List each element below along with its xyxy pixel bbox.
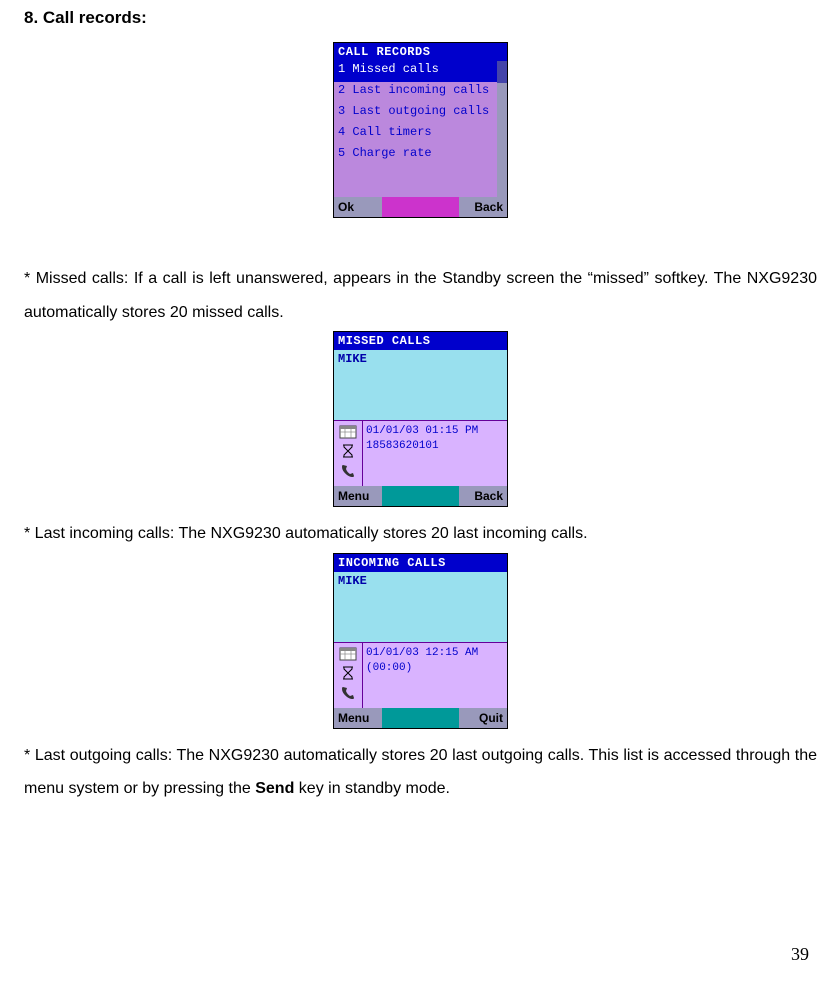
menu-item-last-outgoing[interactable]: 3 Last outgoing calls bbox=[334, 103, 507, 124]
phone-title: MISSED CALLS bbox=[334, 332, 507, 350]
scrollbar-thumb[interactable] bbox=[497, 61, 507, 83]
phone-screen-call-records: CALL RECORDS 1 Missed calls 2 Last incom… bbox=[333, 42, 508, 218]
menu-item-last-incoming[interactable]: 2 Last incoming calls bbox=[334, 82, 507, 103]
hourglass-icon bbox=[339, 665, 357, 681]
menu-list: 1 Missed calls 2 Last incoming calls 3 L… bbox=[334, 61, 507, 197]
softkey-ok[interactable]: Ok bbox=[334, 197, 382, 217]
menu-item-call-timers[interactable]: 4 Call timers bbox=[334, 124, 507, 145]
caller-name: MIKE bbox=[334, 350, 507, 420]
call-info-row: 01/01/03 12:15 AM (00:00) bbox=[334, 643, 507, 708]
call-info-row: 01/01/03 01:15 PM 18583620101 bbox=[334, 421, 507, 486]
call-datetime: 01/01/03 12:15 AM bbox=[366, 646, 504, 661]
menu-item-missed-calls[interactable]: 1 Missed calls bbox=[334, 61, 507, 82]
softkey-menu[interactable]: Menu bbox=[334, 708, 382, 728]
softkey-bar: Menu Back bbox=[334, 486, 507, 506]
softkey-back[interactable]: Back bbox=[459, 197, 507, 217]
phone-screen-incoming-calls: INCOMING CALLS MIKE 01/01/03 12:15 AM (0… bbox=[333, 553, 508, 729]
hourglass-icon bbox=[339, 443, 357, 459]
calendar-icon bbox=[339, 646, 357, 662]
phone-screen-missed-calls: MISSED CALLS MIKE 01/01/03 01:15 PM 1858… bbox=[333, 331, 508, 507]
softkey-menu[interactable]: Menu bbox=[334, 486, 382, 506]
softkey-bar: Menu Quit bbox=[334, 708, 507, 728]
icon-column bbox=[334, 421, 362, 486]
call-info-text: 01/01/03 01:15 PM 18583620101 bbox=[363, 421, 507, 486]
softkey-mid bbox=[382, 486, 459, 506]
figure-missed-calls: MISSED CALLS MIKE 01/01/03 01:15 PM 1858… bbox=[24, 331, 817, 507]
paragraph-last-outgoing: * Last outgoing calls: The NXG9230 autom… bbox=[24, 739, 817, 806]
page-number: 39 bbox=[791, 944, 809, 965]
softkey-mid bbox=[382, 708, 459, 728]
paragraph-last-incoming: * Last incoming calls: The NXG9230 autom… bbox=[24, 517, 817, 551]
phone-icon bbox=[339, 462, 357, 478]
call-number: 18583620101 bbox=[366, 439, 504, 454]
send-key-label: Send bbox=[255, 780, 294, 797]
menu-item-charge-rate[interactable]: 5 Charge rate bbox=[334, 145, 507, 166]
phone-title: INCOMING CALLS bbox=[334, 554, 507, 572]
softkey-quit[interactable]: Quit bbox=[459, 708, 507, 728]
call-datetime: 01/01/03 01:15 PM bbox=[366, 424, 504, 439]
call-duration: (00:00) bbox=[366, 661, 504, 676]
figure-call-records: CALL RECORDS 1 Missed calls 2 Last incom… bbox=[24, 42, 817, 218]
calendar-icon bbox=[339, 424, 357, 440]
caller-name: MIKE bbox=[334, 572, 507, 642]
phone-icon bbox=[339, 684, 357, 700]
call-info-text: 01/01/03 12:15 AM (00:00) bbox=[363, 643, 507, 708]
softkey-bar: Ok Back bbox=[334, 197, 507, 217]
para3-c: key in standby mode. bbox=[294, 780, 450, 797]
section-heading: 8. Call records: bbox=[24, 8, 817, 28]
phone-title: CALL RECORDS bbox=[334, 43, 507, 61]
softkey-back[interactable]: Back bbox=[459, 486, 507, 506]
paragraph-missed-calls: * Missed calls: If a call is left unansw… bbox=[24, 262, 817, 329]
figure-incoming-calls: INCOMING CALLS MIKE 01/01/03 12:15 AM (0… bbox=[24, 553, 817, 729]
scrollbar[interactable] bbox=[497, 61, 507, 197]
softkey-mid bbox=[382, 197, 459, 217]
icon-column bbox=[334, 643, 362, 708]
